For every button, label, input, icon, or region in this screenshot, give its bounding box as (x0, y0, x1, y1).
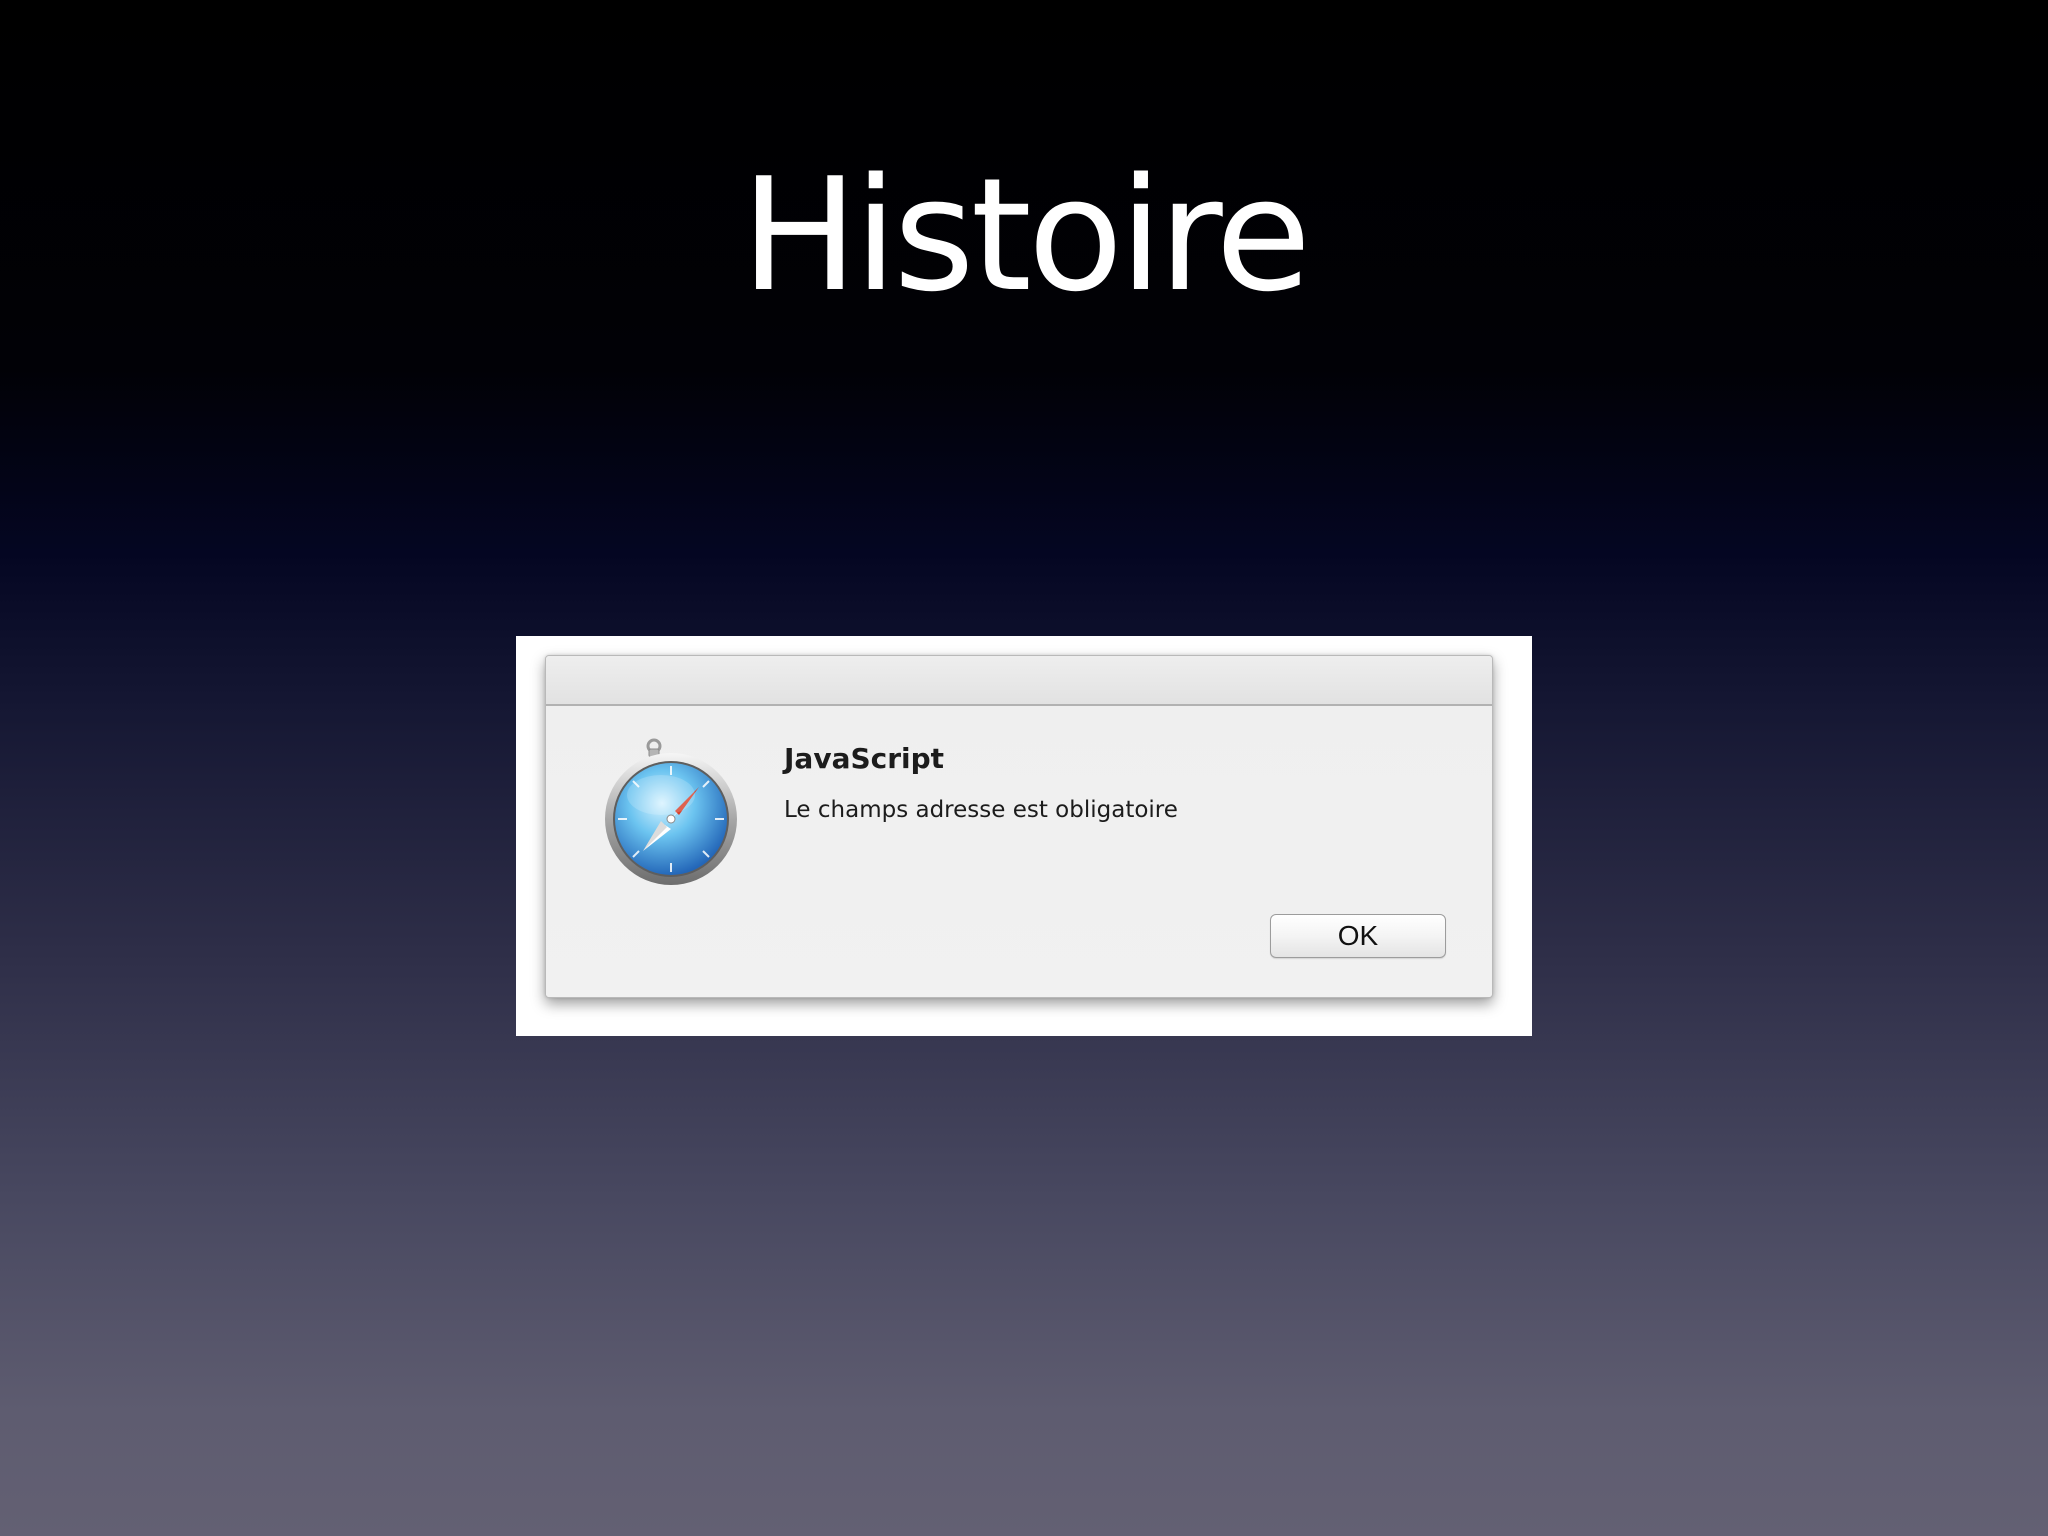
ok-button[interactable]: OK (1270, 914, 1446, 958)
dialog-body: JavaScript Le champs adresse est obligat… (546, 706, 1492, 997)
dialog-message: Le champs adresse est obligatoire (784, 797, 1178, 823)
safari-compass-icon (605, 738, 737, 885)
screenshot-frame: JavaScript Le champs adresse est obligat… (516, 636, 1532, 1036)
slide-title: Histoire (740, 144, 1312, 326)
dialog-titlebar[interactable] (546, 656, 1492, 706)
alert-dialog: JavaScript Le champs adresse est obligat… (545, 655, 1493, 998)
dialog-title: JavaScript (784, 742, 945, 775)
